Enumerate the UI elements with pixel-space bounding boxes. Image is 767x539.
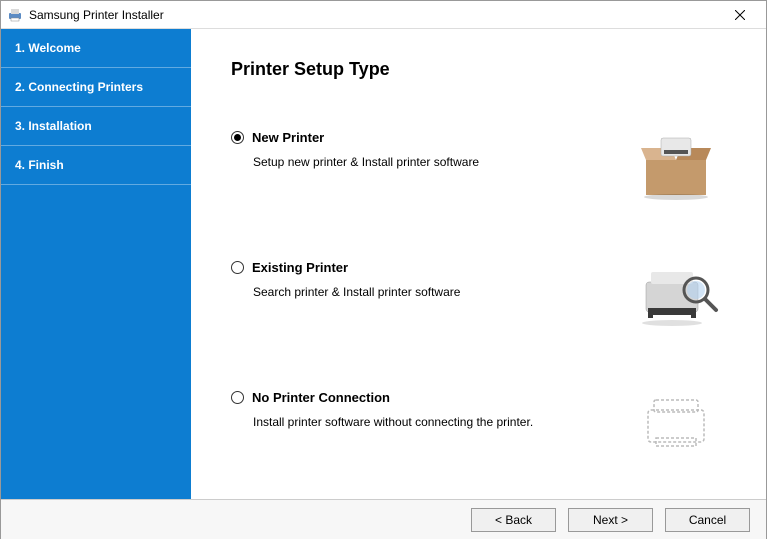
sidebar-item-installation[interactable]: 3. Installation bbox=[1, 107, 191, 146]
back-button-label: < Back bbox=[495, 513, 532, 527]
existing-printer-search-icon bbox=[626, 260, 726, 330]
sidebar-item-connecting[interactable]: 2. Connecting Printers bbox=[1, 68, 191, 107]
option-existing-printer[interactable]: Existing Printer Search printer & Instal… bbox=[231, 260, 726, 330]
option-desc: Setup new printer & Install printer soft… bbox=[253, 155, 626, 169]
option-title-row: Existing Printer bbox=[231, 260, 626, 275]
title-bar: Samsung Printer Installer bbox=[1, 1, 766, 29]
sidebar-item-label: 3. Installation bbox=[15, 119, 92, 133]
sidebar-item-welcome[interactable]: 1. Welcome bbox=[1, 29, 191, 68]
option-title-row: New Printer bbox=[231, 130, 626, 145]
option-no-connection[interactable]: No Printer Connection Install printer so… bbox=[231, 390, 726, 460]
option-desc: Search printer & Install printer softwar… bbox=[253, 285, 626, 299]
new-printer-box-icon bbox=[626, 130, 726, 200]
sidebar-item-finish[interactable]: 4. Finish bbox=[1, 146, 191, 185]
option-title: New Printer bbox=[252, 130, 324, 145]
radio-no-connection[interactable] bbox=[231, 391, 244, 404]
cancel-button[interactable]: Cancel bbox=[665, 508, 750, 532]
radio-existing-printer[interactable] bbox=[231, 261, 244, 274]
cancel-button-label: Cancel bbox=[689, 513, 726, 527]
close-icon bbox=[735, 10, 745, 20]
window-title: Samsung Printer Installer bbox=[29, 8, 720, 22]
option-title: Existing Printer bbox=[252, 260, 348, 275]
content-panel: Printer Setup Type New Printer Setup new… bbox=[191, 29, 766, 499]
sidebar: 1. Welcome 2. Connecting Printers 3. Ins… bbox=[1, 29, 191, 499]
next-button[interactable]: Next > bbox=[568, 508, 653, 532]
next-button-label: Next > bbox=[593, 513, 628, 527]
close-button[interactable] bbox=[720, 2, 760, 28]
option-text: New Printer Setup new printer & Install … bbox=[231, 130, 626, 169]
sidebar-item-label: 1. Welcome bbox=[15, 41, 81, 55]
page-title: Printer Setup Type bbox=[231, 59, 726, 80]
option-new-printer[interactable]: New Printer Setup new printer & Install … bbox=[231, 130, 726, 200]
option-text: Existing Printer Search printer & Instal… bbox=[231, 260, 626, 299]
footer-bar: < Back Next > Cancel bbox=[1, 499, 766, 539]
main-area: 1. Welcome 2. Connecting Printers 3. Ins… bbox=[1, 29, 766, 499]
option-text: No Printer Connection Install printer so… bbox=[231, 390, 626, 429]
sidebar-item-label: 4. Finish bbox=[15, 158, 64, 172]
app-icon bbox=[7, 7, 23, 23]
option-title-row: No Printer Connection bbox=[231, 390, 626, 405]
no-connection-printer-icon bbox=[626, 390, 726, 460]
sidebar-item-label: 2. Connecting Printers bbox=[15, 80, 143, 94]
back-button[interactable]: < Back bbox=[471, 508, 556, 532]
radio-new-printer[interactable] bbox=[231, 131, 244, 144]
option-desc: Install printer software without connect… bbox=[253, 415, 626, 429]
option-title: No Printer Connection bbox=[252, 390, 390, 405]
